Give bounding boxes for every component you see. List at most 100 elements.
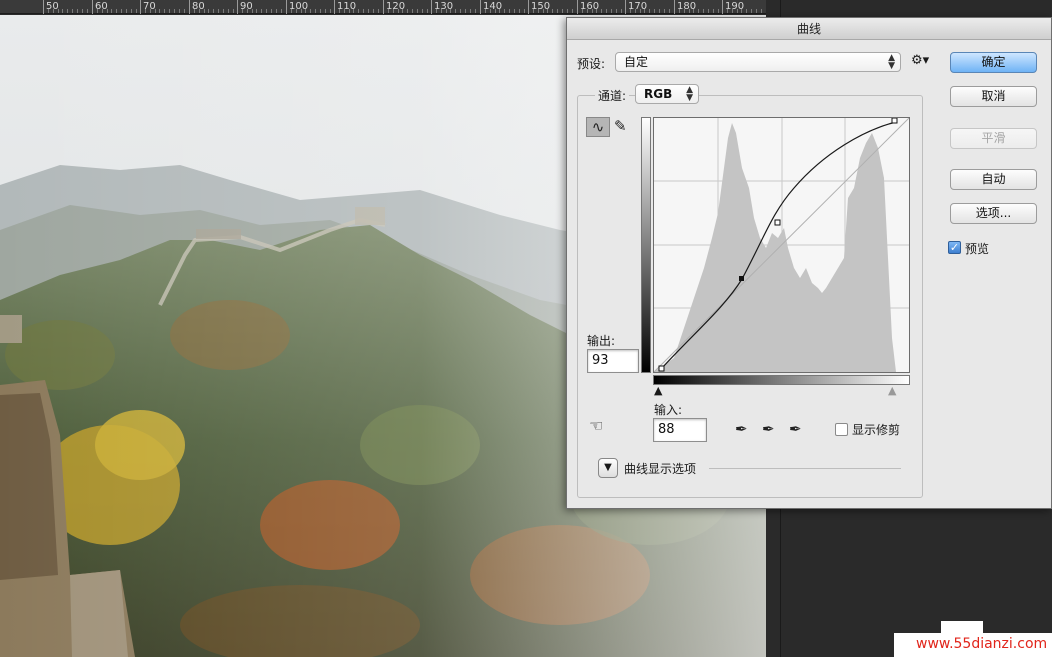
ruler-minor-tick — [446, 9, 447, 13]
ruler-minor-tick — [635, 9, 636, 13]
ruler-minor-tick — [72, 9, 73, 13]
show-clipping-label: 显示修剪 — [852, 423, 901, 437]
curve-display-options-label[interactable]: 曲线显示选项 — [624, 460, 696, 477]
ruler-minor-tick — [77, 9, 78, 13]
ruler-minor-tick — [121, 9, 122, 13]
input-field[interactable]: 88 — [653, 418, 707, 442]
gray-eyedropper-icon[interactable]: ✒ — [762, 420, 775, 438]
ruler-minor-tick — [732, 9, 733, 13]
ruler-minor-tick — [412, 9, 413, 13]
show-clipping-checkbox[interactable] — [835, 423, 848, 436]
white-eyedropper-icon[interactable]: ✒ — [789, 420, 802, 438]
hand-adjust-icon[interactable]: ☜ — [589, 416, 603, 435]
ruler-minor-tick — [247, 9, 248, 13]
ruler-minor-tick — [504, 9, 505, 13]
ruler-minor-tick — [417, 9, 418, 13]
ruler-minor-tick — [460, 9, 461, 13]
ruler-tick — [43, 0, 44, 14]
ruler-minor-tick — [145, 9, 146, 13]
ruler-minor-tick — [698, 9, 699, 13]
ruler-minor-tick — [756, 9, 757, 13]
ruler-minor-tick — [150, 9, 151, 13]
input-gradient-bar — [653, 375, 910, 385]
ruler-minor-tick — [256, 9, 257, 13]
ruler-minor-tick — [644, 9, 645, 13]
ok-button[interactable]: 确定 — [950, 52, 1037, 73]
ruler-minor-tick — [291, 9, 292, 13]
divider — [709, 468, 901, 469]
ruler-minor-tick — [601, 9, 602, 13]
ruler-minor-tick — [737, 9, 738, 13]
ruler-minor-tick — [490, 9, 491, 13]
curve-tool-icon[interactable]: ∿ — [586, 117, 610, 137]
disclosure-triangle-icon[interactable]: ▼ — [598, 458, 618, 478]
ruler-minor-tick — [567, 9, 568, 13]
ruler-minor-tick — [592, 9, 593, 13]
ruler-minor-tick — [97, 9, 98, 13]
ruler-minor-tick — [630, 9, 631, 13]
options-button[interactable]: 选项... — [950, 203, 1037, 224]
ruler-minor-tick — [552, 9, 553, 13]
ruler-minor-tick — [179, 9, 180, 13]
ruler-minor-tick — [58, 9, 59, 13]
ruler-tick — [140, 0, 141, 14]
ruler-minor-tick — [587, 9, 588, 13]
output-label: 输出: — [587, 334, 616, 348]
ruler-minor-tick — [450, 9, 451, 13]
ruler-minor-tick — [349, 9, 350, 13]
ruler-minor-tick — [164, 9, 165, 13]
preview-checkbox[interactable]: ✓ — [948, 241, 961, 254]
ruler-tick — [577, 0, 578, 14]
ruler-minor-tick — [305, 9, 306, 13]
ruler-minor-tick — [296, 9, 297, 13]
ruler-minor-tick — [470, 9, 471, 13]
preset-label: 预设: — [577, 57, 606, 71]
ruler-minor-tick — [174, 9, 175, 13]
ruler-tick — [528, 0, 529, 14]
ruler-minor-tick — [407, 9, 408, 13]
preview-label: 预览 — [965, 242, 990, 256]
ruler-minor-tick — [640, 9, 641, 13]
black-point-slider-icon[interactable]: ▲ — [654, 384, 662, 397]
gear-icon[interactable]: ⚙▾ — [911, 53, 929, 68]
workspace: 50 60 70 80 90 100 110 120 130 140 150 160 170 180 190… — [0, 0, 1052, 657]
smooth-button[interactable]: 平滑 — [950, 128, 1037, 149]
ruler-minor-tick — [727, 9, 728, 13]
preset-select[interactable]: 自定 ▲ ▼ — [615, 52, 901, 72]
ruler-minor-tick — [761, 9, 762, 13]
channel-label: 通道: — [595, 87, 630, 104]
auto-button[interactable]: 自动 — [950, 169, 1037, 190]
ruler-minor-tick — [310, 9, 311, 13]
output-field[interactable]: 93 — [587, 349, 639, 373]
cancel-button[interactable]: 取消 — [950, 86, 1037, 107]
ruler-tick — [431, 0, 432, 14]
ruler-minor-tick — [499, 9, 500, 13]
ruler-minor-tick — [82, 9, 83, 13]
channel-select[interactable]: RGB ▲ ▼ — [635, 84, 699, 104]
ruler-minor-tick — [669, 9, 670, 13]
ruler-minor-tick — [621, 9, 622, 13]
black-eyedropper-icon[interactable]: ✒ — [735, 420, 748, 438]
ruler-minor-tick — [741, 9, 742, 13]
ruler-minor-tick — [301, 9, 302, 13]
ruler-tick — [92, 0, 93, 14]
ruler-minor-tick — [233, 9, 234, 13]
ruler-minor-tick — [378, 9, 379, 13]
ruler-minor-tick — [252, 9, 253, 13]
ruler-minor-tick — [184, 9, 185, 13]
watermark: www.55dianzi.com — [894, 633, 1052, 657]
ruler-minor-tick — [427, 9, 428, 13]
ruler-tick — [625, 0, 626, 14]
pencil-icon[interactable]: ✎ — [614, 117, 627, 135]
curve-graph[interactable] — [653, 117, 910, 373]
ruler-minor-tick — [538, 9, 539, 13]
ruler-minor-tick — [485, 9, 486, 13]
ruler-tick — [189, 0, 190, 14]
ruler-minor-tick — [533, 9, 534, 13]
ruler-minor-tick — [228, 9, 229, 13]
ruler-minor-tick — [606, 9, 607, 13]
ruler-minor-tick — [708, 9, 709, 13]
ruler-minor-tick — [713, 9, 714, 13]
ruler-minor-tick — [87, 9, 88, 13]
white-point-slider-icon[interactable]: ▲ — [888, 384, 896, 397]
